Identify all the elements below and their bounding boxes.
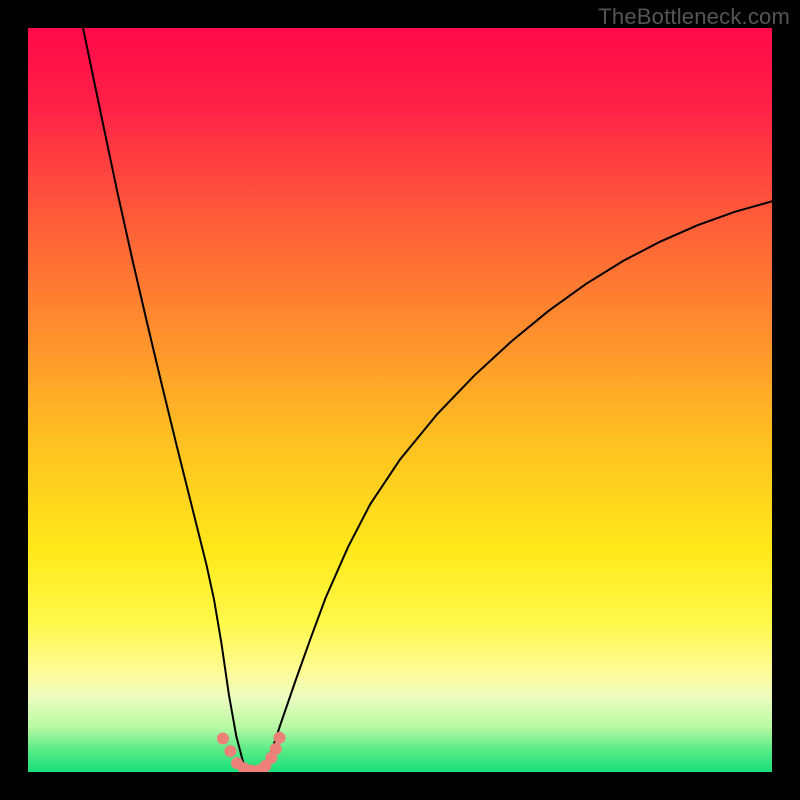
bottleneck-chart xyxy=(28,28,772,772)
plot-area xyxy=(28,28,772,772)
highlight-dot xyxy=(270,743,282,755)
highlight-dot xyxy=(273,732,285,744)
highlight-dot xyxy=(217,733,229,745)
watermark-text: TheBottleneck.com xyxy=(598,4,790,30)
highlight-dot xyxy=(224,745,236,757)
gradient-background xyxy=(28,28,772,772)
chart-frame: TheBottleneck.com xyxy=(0,0,800,800)
